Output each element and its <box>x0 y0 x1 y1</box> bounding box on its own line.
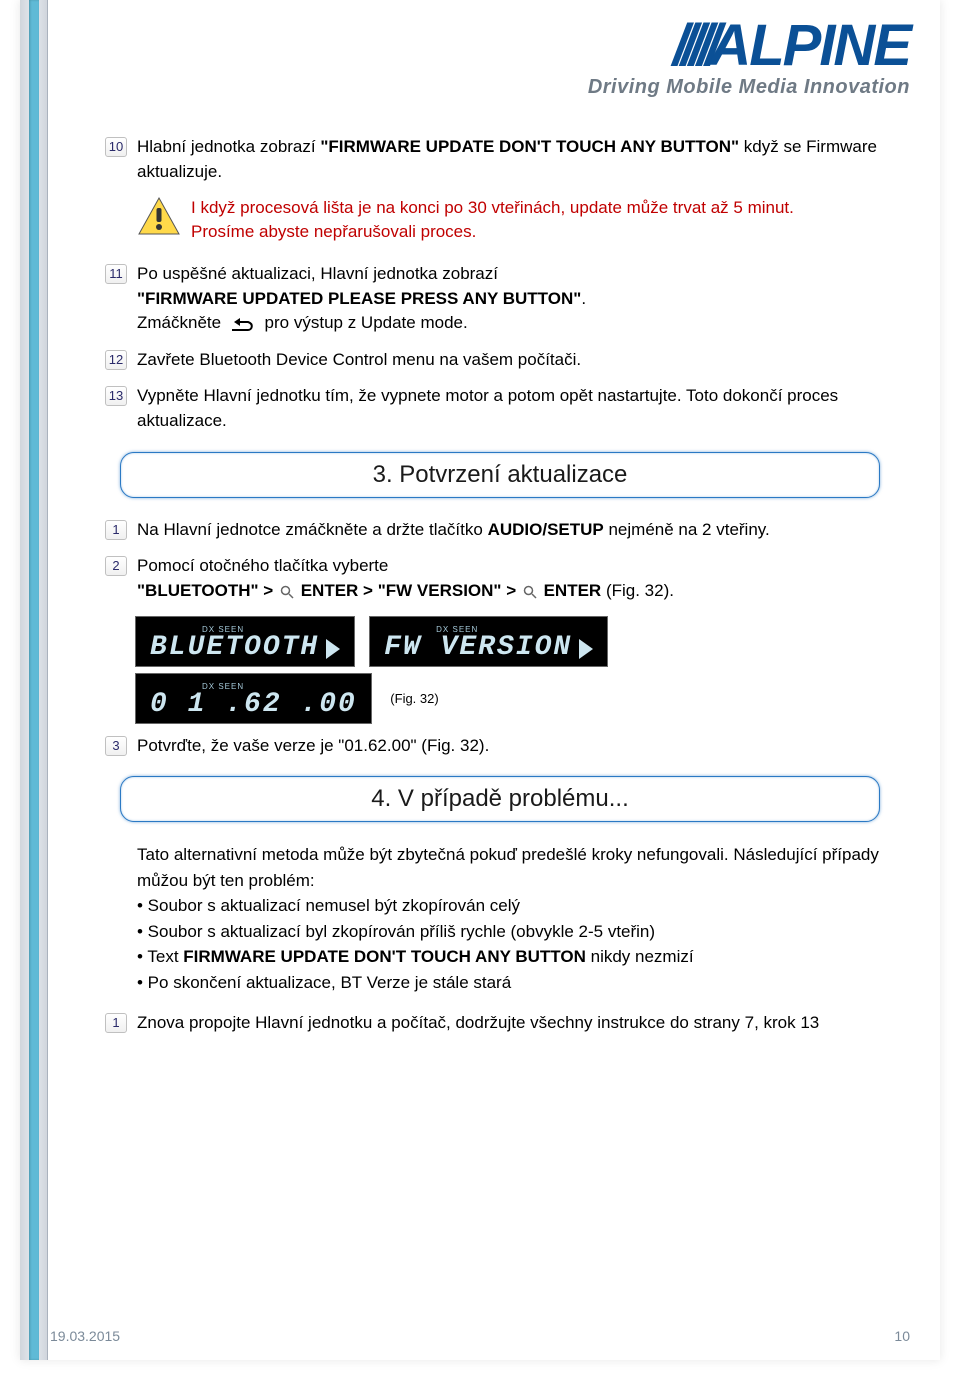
content: 10 Hlabní jednotka zobrazí "FIRMWARE UPD… <box>105 135 895 1048</box>
text: Prosíme abyste nepřarušovali proces. <box>191 220 794 244</box>
display-row-2: DX SEEN 0 1 .62 .00 (Fig. 32) <box>135 673 895 724</box>
bullet: • Soubor s aktualizací nemusel být zkopí… <box>137 893 895 919</box>
magnifier-icon <box>280 585 294 599</box>
warning-icon <box>137 196 181 236</box>
page: /////ALPINE Driving Mobile Media Innovat… <box>20 0 940 1360</box>
problem-block: Tato alternativní metoda může být zbyteč… <box>137 842 895 995</box>
section3-step3: 3 Potvrďte, že vaše verze je "01.62.00" … <box>105 734 895 759</box>
triangle-right-icon <box>326 639 340 659</box>
lcd-main-text: BLUETOOTH <box>150 632 319 663</box>
section-4-heading: 4. V případě problému... <box>120 776 880 822</box>
bold-text: FIRMWARE UPDATE DON'T TOUCH ANY BUTTON <box>183 947 586 966</box>
step-number: 11 <box>105 264 127 284</box>
magnifier-icon <box>523 585 537 599</box>
text: Na Hlavní jednotce zmáčkněte a držte tla… <box>137 520 488 539</box>
lcd-main-text: FW VERSION <box>384 632 572 663</box>
lcd-main-text: 0 1 .62 .00 <box>150 689 357 720</box>
step-number: 1 <box>105 1013 127 1033</box>
section3-step1: 1 Na Hlavní jednotce zmáčkněte a držte t… <box>105 518 895 543</box>
step-body: Vypněte Hlavní jednotku tím, že vypnete … <box>137 384 895 433</box>
header-logo: /////ALPINE Driving Mobile Media Innovat… <box>588 20 910 99</box>
bold-text: "FIRMWARE UPDATE DON'T TOUCH ANY BUTTON" <box>320 137 739 156</box>
step-body: Zavřete Bluetooth Device Control menu na… <box>137 348 895 373</box>
section4-step1: 1 Znova propojte Hlavní jednotku a počít… <box>105 1011 895 1036</box>
text: I když procesová lišta je na konci po 30… <box>191 196 794 220</box>
step-body: Hlabní jednotka zobrazí "FIRMWARE UPDATE… <box>137 135 895 184</box>
text: nikdy nezmizí <box>586 947 694 966</box>
text: Pomocí otočného tlačítka vyberte <box>137 554 895 579</box>
step-number: 2 <box>105 556 127 576</box>
figure-label: (Fig. 32) <box>390 691 438 706</box>
lcd-display-bluetooth: DX SEEN BLUETOOTH <box>135 616 355 667</box>
text: Po uspěšné aktualizaci, Hlavní jednotka … <box>137 262 895 287</box>
bold-text: ENTER > "FW VERSION" > <box>301 581 521 600</box>
section-3-heading: 3. Potvrzení aktualizace <box>120 452 880 498</box>
bold-text: ENTER <box>544 581 602 600</box>
step-number: 12 <box>105 350 127 370</box>
bullet: • Soubor s aktualizací byl zkopírován př… <box>137 919 895 945</box>
logo-stripes-icon: ///// <box>673 13 714 78</box>
brand-tagline: Driving Mobile Media Innovation <box>588 76 910 99</box>
step-body: Na Hlavní jednotce zmáčkněte a držte tla… <box>137 518 895 543</box>
bullet: • Po skončení aktualizace, BT Verze je s… <box>137 970 895 996</box>
section-title: 3. Potvrzení aktualizace <box>135 461 865 489</box>
warning-block: I když procesová lišta je na konci po 30… <box>137 196 895 244</box>
text: Tato alternativní metoda může být zbyteč… <box>137 842 895 893</box>
bold-text: "FIRMWARE UPDATED PLEASE PRESS ANY BUTTO… <box>137 289 581 308</box>
display-row-1: DX SEEN BLUETOOTH DX SEEN FW VERSION <box>135 616 895 667</box>
text: (Fig. 32). <box>606 581 674 600</box>
text: pro výstup z Update mode. <box>265 313 468 332</box>
step-12: 12 Zavřete Bluetooth Device Control menu… <box>105 348 895 373</box>
text: nejméně na 2 vteřiny. <box>604 520 770 539</box>
step-number: 3 <box>105 736 127 756</box>
text: Hlabní jednotka zobrazí <box>137 137 320 156</box>
section-title: 4. V případě problému... <box>135 785 865 813</box>
escape-arrow-icon <box>230 316 256 332</box>
lcd-display-version: DX SEEN 0 1 .62 .00 <box>135 673 372 724</box>
bold-text: AUDIO/SETUP <box>488 520 604 539</box>
brand-name: /////ALPINE <box>588 20 910 72</box>
bold-text: "BLUETOOTH" > <box>137 581 278 600</box>
text: • Text <box>137 947 183 966</box>
footer-page: 10 <box>894 1328 910 1344</box>
step-11: 11 Po uspěšné aktualizaci, Hlavní jednot… <box>105 262 895 336</box>
step-body: Znova propojte Hlavní jednotku a počítač… <box>137 1011 895 1036</box>
step-body: Po uspěšné aktualizaci, Hlavní jednotka … <box>137 262 895 336</box>
left-margin-bar <box>20 0 48 1360</box>
step-10: 10 Hlabní jednotka zobrazí "FIRMWARE UPD… <box>105 135 895 184</box>
step-number: 10 <box>105 137 127 157</box>
step-13: 13 Vypněte Hlavní jednotku tím, že vypne… <box>105 384 895 433</box>
triangle-right-icon <box>579 639 593 659</box>
step-body: Pomocí otočného tlačítka vyberte "BLUETO… <box>137 554 895 603</box>
warning-text: I když procesová lišta je na konci po 30… <box>191 196 794 244</box>
bullet: • Text FIRMWARE UPDATE DON'T TOUCH ANY B… <box>137 944 895 970</box>
step-number: 13 <box>105 386 127 406</box>
text: Zmáčkněte <box>137 313 226 332</box>
section3-step2: 2 Pomocí otočného tlačítka vyberte "BLUE… <box>105 554 895 603</box>
step-body: Potvrďte, že vaše verze je "01.62.00" (F… <box>137 734 895 759</box>
footer: 19.03.2015 10 <box>20 1328 940 1344</box>
footer-date: 19.03.2015 <box>50 1328 120 1344</box>
step-number: 1 <box>105 520 127 540</box>
lcd-display-fwversion: DX SEEN FW VERSION <box>369 616 607 667</box>
